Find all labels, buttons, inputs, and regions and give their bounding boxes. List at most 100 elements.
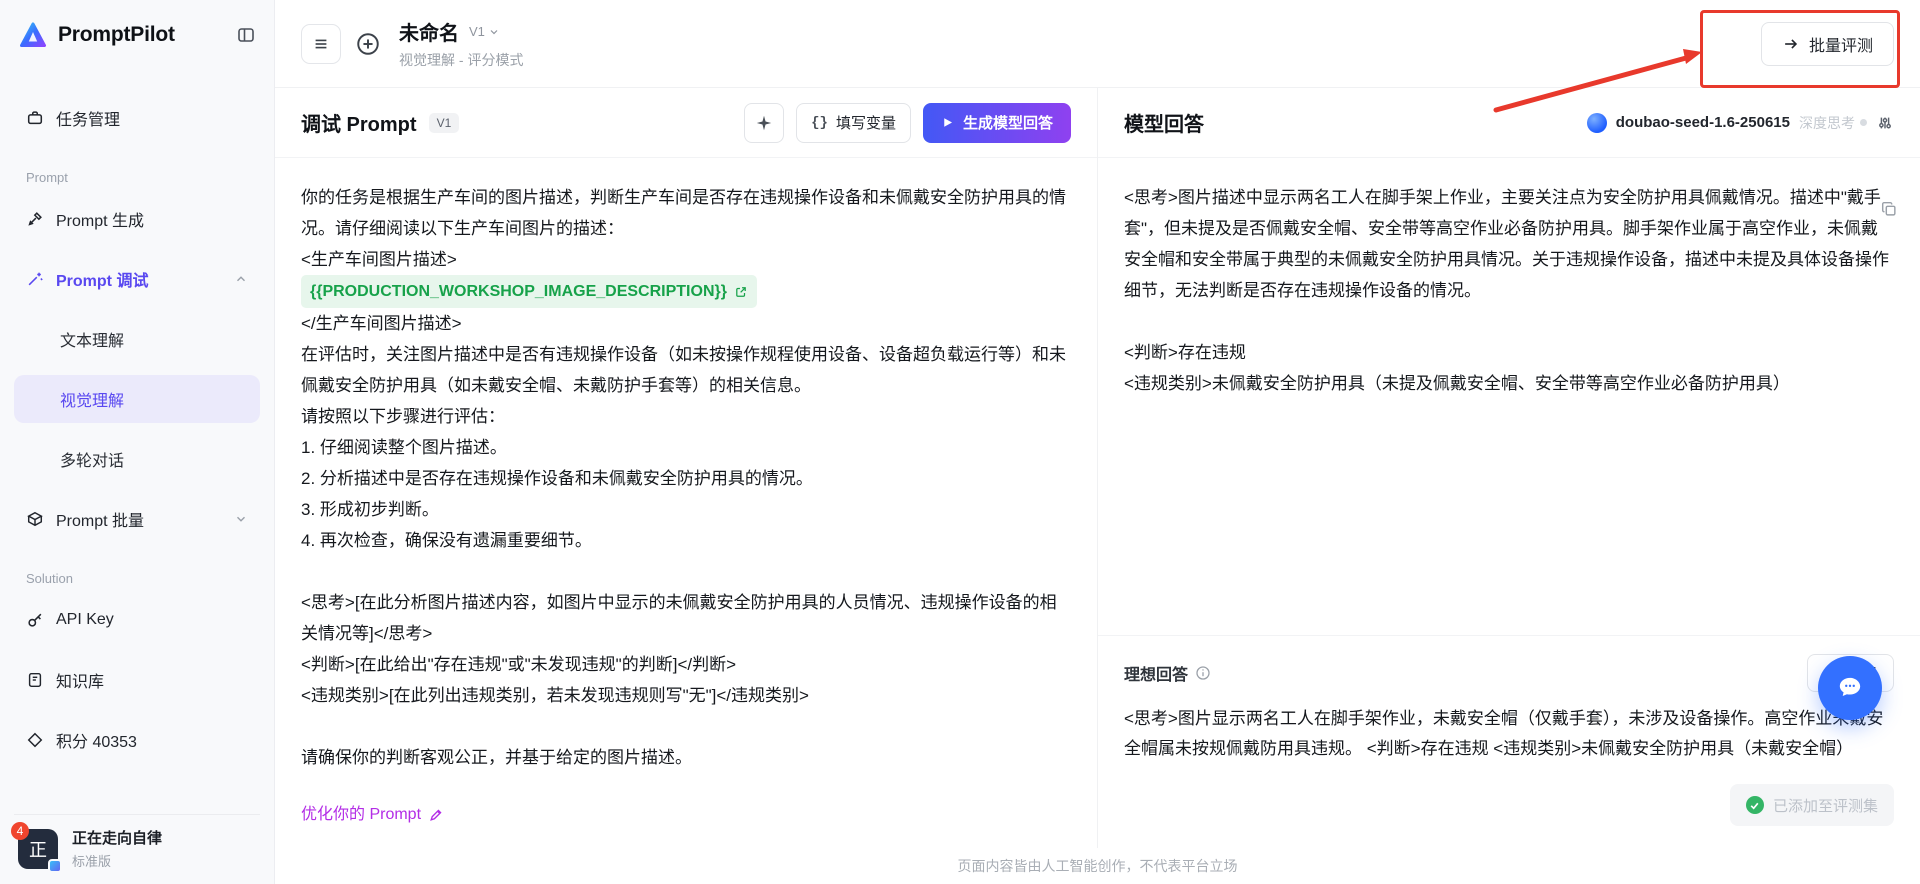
ideal-answer-label: 理想回答 [1124, 667, 1189, 684]
avatar: 正 4 [11, 821, 62, 873]
prompt-blank-line [301, 556, 1071, 587]
brand-chip-icon [48, 858, 62, 873]
prompt-line: <违规类别>[在此列出违规类别，若未发现违规则写"无"]</违规类别> [301, 686, 809, 705]
response-paragraph: <思考>图片描述中显示两名工人在脚手架上作业，主要关注点为安全防护用具佩戴情况。… [1124, 188, 1889, 300]
sidebar-item-visual-understanding[interactable]: 视觉理解 [14, 375, 260, 423]
sidebar-item-label: 积分 40353 [56, 734, 137, 751]
sidebar-item-prompt-batch[interactable]: Prompt 批量 [14, 495, 260, 543]
variable-chip[interactable]: {{PRODUCTION_WORKSHOP_IMAGE_DESCRIPTION}… [301, 275, 757, 308]
prompt-line: {{PRODUCTION_WORKSHOP_IMAGE_DESCRIPTION}… [301, 275, 1071, 308]
chevron-up-icon [234, 272, 248, 286]
sidebar-item-prompt-debug[interactable]: Prompt 调试 [14, 255, 260, 303]
user-name: 正在走向自律 [72, 830, 163, 847]
copy-icon [1881, 201, 1896, 216]
mode-subtitle: 视觉理解 - 评分模式 [399, 52, 524, 68]
fill-variables-label: 填写变量 [835, 115, 896, 132]
response-blank-line [1124, 306, 1894, 337]
diamond-icon [27, 732, 43, 748]
key-icon [28, 613, 42, 627]
prompt-line: 你的任务是根据生产车间的图片描述，判断生产车间是否存在违规操作设备和未佩戴安全防… [301, 188, 1066, 238]
braces-icon: {} [811, 114, 828, 131]
briefcase-icon [27, 111, 43, 125]
deep-think-toggle[interactable]: 深度思考 [1799, 113, 1867, 133]
play-icon [944, 118, 953, 127]
model-answer-panel: 模型回答 doubao-seed-1.6-250615 深度思考 <思考>图片描… [1098, 88, 1920, 848]
generate-response-button[interactable]: 生成模型回答 [922, 102, 1071, 143]
sidebar-item-knowledge-base[interactable]: 知识库 [14, 656, 260, 704]
prompt-line: 4. 再次检查，确保没有遗漏重要细节。 [301, 531, 592, 550]
prompt-editor[interactable]: 你的任务是根据生产车间的图片描述，判断生产车间是否存在违规操作设备和未佩戴安全防… [275, 158, 1097, 848]
model-panel-title: 模型回答 [1124, 114, 1204, 136]
batch-eval-button[interactable]: 批量评测 [1760, 21, 1894, 66]
sidebar-item-label: 视觉理解 [60, 393, 125, 410]
model-selector[interactable]: doubao-seed-1.6-250615 深度思考 [1586, 112, 1894, 133]
menu-button[interactable] [301, 23, 341, 64]
promptpilot-logo-icon [18, 20, 48, 50]
added-row: 已添加至评测集 [1098, 764, 1920, 848]
box-icon [27, 511, 43, 527]
batch-eval-label: 批量评测 [1808, 37, 1873, 55]
prompt-line: 1. 仔细阅读整个图片描述。 [301, 438, 507, 457]
sidebar-item-label: 任务管理 [56, 112, 121, 129]
prompt-blank-line [301, 711, 1071, 742]
sidebar-item-label: 多轮对话 [60, 453, 125, 470]
user-plan: 标准版 [72, 854, 112, 869]
sidebar-item-multi-turn[interactable]: 多轮对话 [14, 435, 260, 483]
prompt-panel: 调试 Prompt V1 {} 填写变量 生成模型回答 你的任务是根据生产车间的… [275, 88, 1098, 848]
sidebar-item-label: Prompt 调试 [56, 273, 149, 290]
sidebar: PromptPilot 任务管理 Prompt Prompt 生成 Prompt… [0, 0, 275, 884]
model-logo-icon [1586, 112, 1607, 133]
check-circle-icon [1745, 796, 1764, 814]
fill-variables-button[interactable]: {} 填写变量 [796, 102, 911, 143]
response-paragraph: <判断>存在违规 [1124, 343, 1246, 362]
main-area: 未命名 V1 视觉理解 - 评分模式 批量评测 调试 Prompt V1 {} … [275, 0, 1920, 884]
optimize-prompt-label: 优化你的 Prompt [301, 806, 422, 823]
model-name: doubao-seed-1.6-250615 [1615, 114, 1790, 131]
sidebar-item-prompt-gen[interactable]: Prompt 生成 [14, 195, 260, 243]
sidebar-collapse-icon[interactable] [236, 25, 256, 45]
sidebar-item-label: Prompt 批量 [56, 513, 145, 530]
prompt-panel-title: 调试 Prompt [301, 114, 417, 136]
document-title-block: 未命名 V1 视觉理解 - 评分模式 [399, 17, 523, 70]
version-selector[interactable]: V1 [469, 24, 500, 39]
prompt-line: 请按照以下步骤进行评估： [301, 407, 505, 426]
prompt-panel-header: 调试 Prompt V1 {} 填写变量 生成模型回答 [275, 88, 1097, 158]
sidebar-item-text-understanding[interactable]: 文本理解 [14, 315, 260, 363]
sidebar-item-points[interactable]: 积分 40353 [14, 716, 260, 764]
prompt-line: 请确保你的判断客观公正，并基于给定的图片描述。 [301, 748, 692, 767]
version-label: V1 [469, 24, 485, 39]
document-title: 未命名 [399, 23, 459, 45]
ideal-answer-text: <思考>图片显示两名工人在脚手架作业，未戴安全帽（仅戴手套），未涉及设备操作。高… [1124, 709, 1884, 758]
chevron-down-icon [490, 29, 498, 34]
optimize-prompt-link[interactable]: 优化你的 Prompt [301, 799, 444, 830]
app-window: PromptPilot 任务管理 Prompt Prompt 生成 Prompt… [0, 0, 1920, 884]
sidebar-item-label: Prompt 生成 [56, 213, 145, 230]
ideal-answer-section: 理想回答 编辑 <思考>图片显示两名工 [1098, 635, 1920, 764]
sidebar-item-api-key[interactable]: API Key [14, 596, 260, 644]
response-paragraph: <违规类别>未佩戴安全防护用具（未提及佩戴安全帽、安全带等高空作业必备防护用具） [1124, 374, 1790, 393]
pencil-sparkle-icon [430, 808, 442, 821]
copy-button[interactable] [1880, 200, 1898, 218]
prompt-line: <生产车间图片描述> [301, 250, 457, 269]
sidebar-item-task-management[interactable]: 任务管理 [14, 94, 260, 142]
sparkle-icon [756, 115, 772, 130]
logo-row: PromptPilot [14, 0, 260, 66]
new-session-button[interactable] [355, 31, 381, 57]
ai-polish-button[interactable] [744, 102, 785, 143]
plus-circle-icon [357, 32, 379, 55]
prompt-line: <判断>[在此给出"存在违规"或"未发现违规"的判断]</判断> [301, 655, 737, 674]
app-title: PromptPilot [58, 23, 175, 46]
chevron-down-icon [234, 512, 248, 526]
sidebar-section-solution: Solution [26, 571, 73, 586]
sidebar-item-label: 文本理解 [60, 333, 125, 350]
variable-name: {{PRODUCTION_WORKSHOP_IMAGE_DESCRIPTION}… [310, 283, 727, 300]
deep-think-label: 深度思考 [1799, 114, 1855, 131]
content-panels: 调试 Prompt V1 {} 填写变量 生成模型回答 你的任务是根据生产车间的… [275, 88, 1920, 848]
support-chat-button[interactable] [1818, 656, 1882, 720]
user-account-row[interactable]: 正 4 正在走向自律 标准版 [11, 814, 260, 884]
prompt-line: </生产车间图片描述> [301, 314, 462, 333]
model-response: <思考>图片描述中显示两名工人在脚手架上作业，主要关注点为安全防护用具佩戴情况。… [1098, 158, 1920, 635]
generate-response-label: 生成模型回答 [962, 115, 1053, 132]
sliders-icon[interactable] [1876, 114, 1894, 132]
added-to-evalset-button[interactable]: 已添加至评测集 [1729, 784, 1894, 826]
